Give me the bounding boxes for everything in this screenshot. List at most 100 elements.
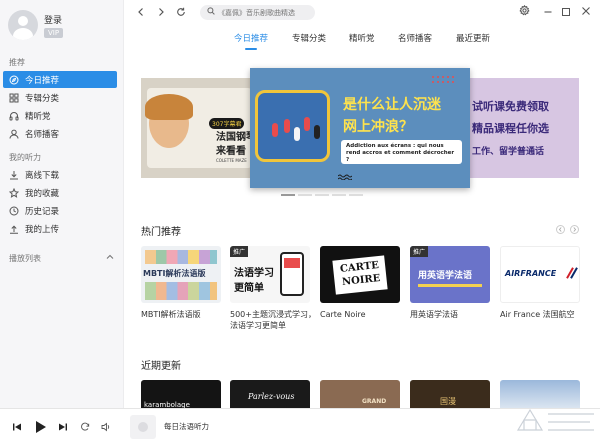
player-figure [284, 119, 290, 133]
volume-button[interactable] [101, 422, 111, 432]
tab-intensive[interactable]: 精听党 [349, 32, 375, 44]
album-thumb[interactable]: GRAND [320, 380, 400, 410]
download-icon [9, 170, 19, 180]
album-thumb: 推广 用英语学法语 [410, 246, 490, 303]
close-icon [581, 6, 591, 19]
repeat-button[interactable] [80, 422, 90, 432]
hot-section-title: 热门推荐 [141, 227, 181, 238]
promo-badge: 推广 [230, 246, 249, 257]
player-figure [314, 125, 320, 139]
carousel-dot[interactable] [349, 194, 363, 196]
player-figure [304, 117, 310, 131]
banner-subtitle: COLETTE MAZE [216, 158, 247, 163]
banner-carousel[interactable]: 307字幕君 法国钢琴 来看看 COLETTE MAZE 试听课免费领取 精品课… [141, 68, 579, 190]
minimize-button[interactable] [542, 6, 554, 18]
album-cover-placeholder[interactable] [130, 415, 156, 439]
gear-icon [518, 4, 530, 19]
album-thumb[interactable]: karambolage [141, 380, 221, 410]
sidebar-item-intensive[interactable]: 精听党 [3, 107, 117, 124]
tab-recent[interactable]: 最近更新 [456, 32, 490, 44]
hot-next-button[interactable] [570, 225, 579, 234]
compass-icon [9, 75, 19, 85]
banner-portrait [145, 94, 193, 148]
settings-button[interactable] [518, 4, 530, 19]
thumb-text: 国漫 [440, 397, 456, 406]
carousel-dot[interactable] [332, 194, 346, 196]
sidebar-item-upload[interactable]: 我的上传 [3, 220, 117, 237]
album-thumb: AIRFRANCE [500, 246, 580, 303]
phone-screen-block [284, 258, 300, 268]
user-panel[interactable]: 登录 VIP [8, 10, 64, 40]
sidebar-item-label: 名师播客 [25, 129, 60, 140]
carousel-dot[interactable] [281, 194, 295, 196]
player-figure [294, 127, 300, 141]
album-thumb[interactable]: 国漫 [410, 380, 490, 410]
banner-slide-right[interactable]: 试听课免费领取 精品课程任你选 工作、留学普通话 [464, 78, 579, 178]
mine-section-title: 我的听力 [9, 153, 41, 162]
login-link[interactable]: 登录 [44, 13, 63, 26]
character-row [145, 250, 217, 264]
wave-decoration-icon [338, 174, 352, 180]
album-title[interactable]: Carte Noire [320, 309, 410, 320]
album-thumb: 推广 法语学习 更简单 [230, 246, 310, 303]
previous-button[interactable] [12, 422, 22, 432]
recommend-nav: 今日推荐 专辑分类 精听党 名师播客 [3, 71, 117, 143]
upload-icon [9, 224, 19, 234]
clock-icon [9, 206, 19, 216]
grid-icon [9, 93, 19, 103]
skip-back-icon [13, 423, 21, 431]
sidebar-item-favorites[interactable]: 我的收藏 [3, 184, 117, 201]
tab-podcast[interactable]: 名师播客 [398, 32, 432, 44]
thumb-text: AIRFRANCE [505, 269, 557, 278]
repeat-icon [81, 422, 90, 431]
thumb-text: GRAND [362, 398, 387, 405]
chevron-up-icon[interactable] [105, 252, 115, 262]
hot-prev-button[interactable] [556, 225, 565, 234]
watermark-logo-icon [516, 408, 594, 431]
now-playing-title[interactable]: 每日法语听力 [164, 421, 209, 432]
close-button[interactable] [580, 6, 592, 18]
sidebar-item-label: 历史记录 [25, 206, 60, 217]
tab-album-category[interactable]: 专辑分类 [292, 32, 326, 44]
album-thumb[interactable]: Parlez-vous [230, 380, 310, 410]
skip-forward-icon [59, 423, 67, 431]
sidebar-item-podcast[interactable]: 名师播客 [3, 125, 117, 142]
player-figure [272, 123, 278, 137]
album-card[interactable]: 推广 用英语学法语 用英语学法语 [410, 246, 490, 320]
sidebar-item-download[interactable]: 离线下载 [3, 166, 117, 183]
sidebar-item-label: 我的收藏 [25, 188, 60, 199]
sidebar-item-history[interactable]: 历史记录 [3, 202, 117, 219]
promo-badge: 推广 [410, 246, 429, 257]
carousel-dot[interactable] [298, 194, 312, 196]
album-title[interactable]: 用英语学法语 [410, 309, 500, 320]
album-card[interactable]: CARTE NOIRE Carte Noire [320, 246, 400, 320]
album-title[interactable]: MBTI解析法语版 [141, 309, 231, 320]
avatar[interactable] [8, 10, 38, 40]
album-card[interactable]: 推广 法语学习 更简单 500+主题沉浸式学习，法语学习更简单 [230, 246, 316, 331]
sidebar: 登录 VIP 推荐 今日推荐 专辑分类 精听党 名师播客 我的听力 离线下载 我… [0, 0, 124, 408]
carousel-dot[interactable] [315, 194, 329, 196]
search-box[interactable] [200, 5, 315, 20]
refresh-button[interactable] [175, 6, 187, 18]
volleyball-court-illustration [255, 90, 330, 162]
star-icon [9, 187, 19, 198]
banner-slide-center[interactable]: 是什么让人沉迷 网上冲浪？ Addiction aux écrans : qui… [250, 68, 470, 188]
sidebar-item-album-category[interactable]: 专辑分类 [3, 89, 117, 106]
dots-decoration-icon [432, 76, 454, 83]
tab-today[interactable]: 今日推荐 [234, 32, 268, 44]
album-card[interactable]: AIRFRANCE Air France 法国航空 [500, 246, 580, 320]
sidebar-item-label: 离线下载 [25, 170, 60, 181]
sidebar-item-label: 今日推荐 [25, 75, 60, 86]
back-button[interactable] [135, 6, 147, 18]
play-button[interactable] [34, 420, 47, 434]
next-button[interactable] [58, 422, 68, 432]
search-input[interactable] [218, 8, 313, 17]
album-title[interactable]: 500+主题沉浸式学习，法语学习更简单 [230, 309, 320, 331]
sidebar-item-today[interactable]: 今日推荐 [3, 71, 117, 88]
recent-section-title: 近期更新 [141, 361, 181, 372]
album-card[interactable]: MBTI解析法语版 MBTI解析法语版 [141, 246, 221, 320]
maximize-button[interactable] [560, 6, 572, 18]
forward-button[interactable] [155, 6, 167, 18]
album-title[interactable]: Air France 法国航空 [500, 309, 590, 320]
banner-slide-left[interactable]: 307字幕君 法国钢琴 来看看 COLETTE MAZE [141, 78, 256, 178]
